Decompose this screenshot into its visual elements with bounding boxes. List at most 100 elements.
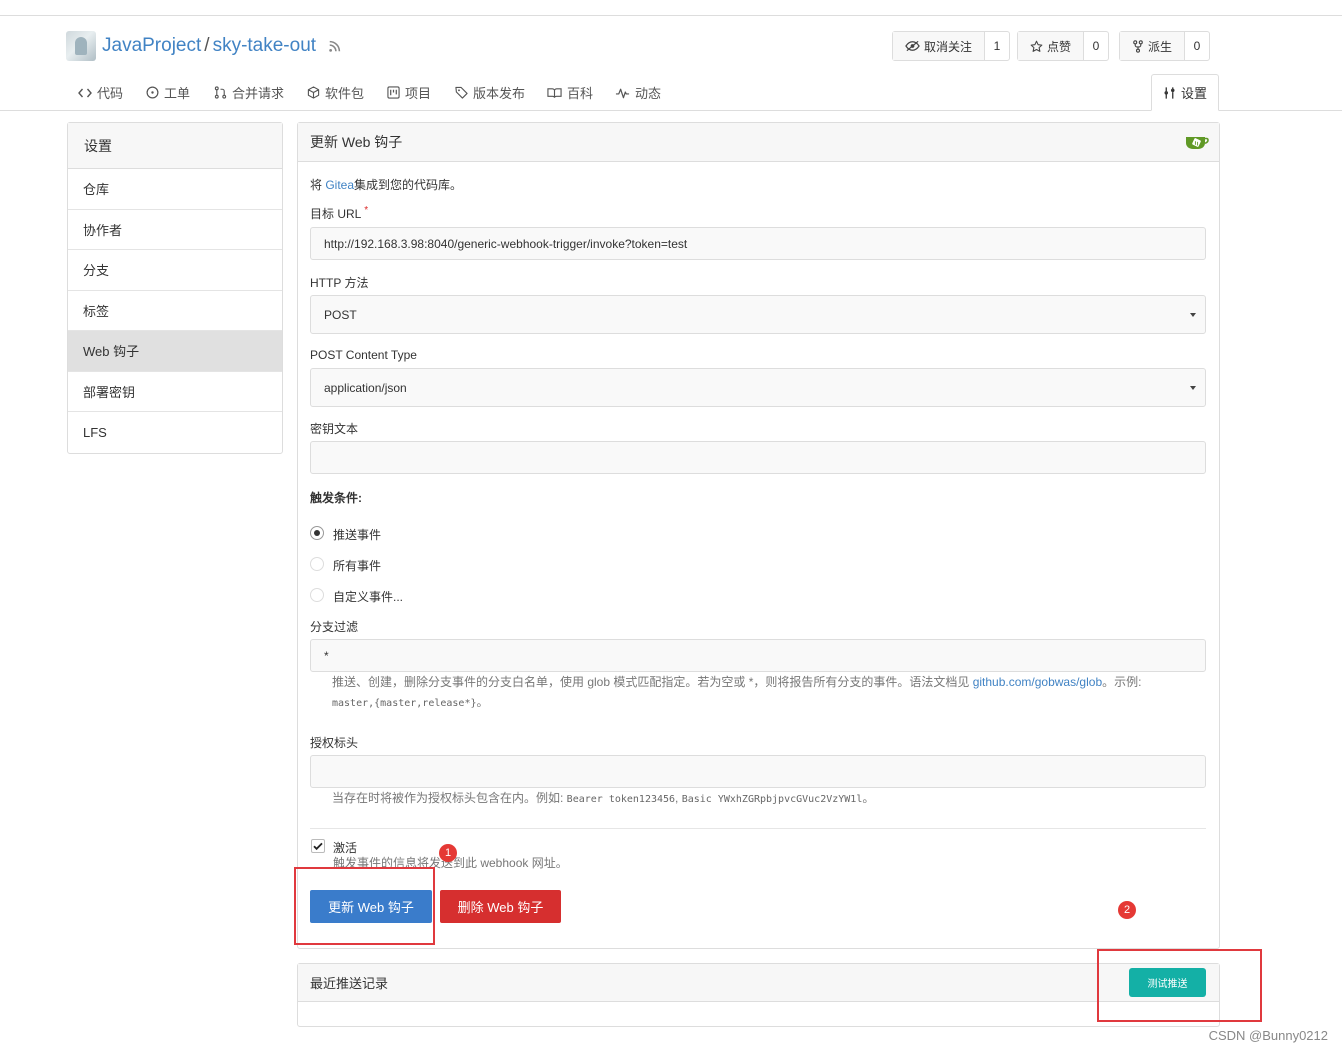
auth-header-input[interactable] [310,755,1206,788]
repo-name-link[interactable]: sky-take-out [213,35,316,57]
tab-wiki[interactable]: 百科 [547,74,593,111]
pulse-icon [615,87,630,99]
secret-label: 密钥文本 [310,422,359,436]
repo-tabs: 代码 工单 合并请求 软件包 项目 版本发布 百科 动态 设置 [0,74,1342,111]
target-url-label-text: 目标 URL [310,207,361,221]
trigger-label: 触发条件: [310,491,362,505]
unwatch-button[interactable]: 取消关注 [893,32,986,60]
tab-packages[interactable]: 软件包 [307,74,364,111]
branch-help-suffix: 。示例: [1102,675,1142,689]
rss-icon[interactable] [328,39,342,53]
annotation-box-update [294,867,435,945]
tag-icon [455,86,468,99]
content-type-value: application/json [324,380,407,395]
tab-settings[interactable]: 设置 [1151,74,1219,111]
tools-icon [1163,86,1176,100]
radio-all-events-label[interactable]: 所有事件 [333,557,381,574]
tab-code-label: 代码 [97,86,124,101]
intro-suffix: 集成到您的代码库。 [354,178,463,192]
watch-count[interactable]: 1 [985,32,1009,60]
tab-activity[interactable]: 动态 [615,74,661,111]
settings-sidebar: 设置 仓库 协作者 分支 标签 Web 钩子 部署密钥 LFS [67,122,283,454]
content-type-label: POST Content Type [310,348,417,362]
star-button-group: 点赞 0 [1017,31,1110,61]
sidebar-item-collaborators[interactable]: 协作者 [68,210,282,250]
tab-code[interactable]: 代码 [78,74,123,111]
http-method-value: POST [324,307,357,322]
gitea-teacup-icon [1185,134,1209,150]
unwatch-label: 取消关注 [924,39,973,54]
project-icon [387,86,400,99]
radio-all-events[interactable] [310,557,324,571]
form-divider [310,828,1206,829]
recent-deliveries-panel: 最近推送记录 测试推送 [297,963,1220,1027]
fork-label: 派生 [1148,39,1173,54]
annotation-marker-2: 2 [1118,901,1136,919]
content-type-select[interactable]: application/json [310,368,1206,407]
code-icon [78,87,92,99]
tab-projects[interactable]: 项目 [387,74,431,111]
sidebar-item-deploy-keys[interactable]: 部署密钥 [68,372,282,412]
branch-help-example: master,{master,release*} [332,698,477,709]
http-method-select[interactable]: POST [310,295,1206,334]
active-checkbox[interactable] [311,839,325,853]
star-count[interactable]: 0 [1084,32,1108,60]
target-url-input[interactable]: http://192.168.3.98:8040/generic-webhook… [310,227,1206,260]
auth-help-example-bearer: Bearer token123456 [566,794,676,805]
tab-pulls-label: 合并请求 [232,86,285,101]
issue-icon [146,86,159,99]
radio-push-events-label[interactable]: 推送事件 [333,526,381,543]
tab-releases[interactable]: 版本发布 [455,74,525,111]
sidebar-item-webhooks[interactable]: Web 钩子 [68,331,282,372]
repo-header: JavaProject / sky-take-out [66,30,342,62]
branch-help-text: 推送、创建，删除分支事件的分支白名单，使用 glob 模式匹配指定。若为空或 *… [332,675,973,689]
sidebar-item-tags[interactable]: 标签 [68,291,282,331]
annotation-marker-1: 1 [439,844,457,862]
star-button[interactable]: 点赞 [1018,32,1085,60]
auth-header-help: 当存在时将被作为授权标头包含在内。例如: Bearer token123456,… [332,788,874,810]
watermark-text: CSDN @Bunny0212 [1208,1028,1328,1043]
top-border [0,15,1342,16]
sidebar-item-lfs[interactable]: LFS [68,412,282,453]
delete-webhook-button[interactable]: 删除 Web 钩子 [440,890,561,923]
http-method-label: HTTP 方法 [310,276,369,290]
panel-title: 更新 Web 钩子 [298,123,1219,162]
fork-button[interactable]: 派生 [1120,32,1186,60]
caret-down-icon [1190,313,1196,317]
radio-custom-events-label[interactable]: 自定义事件... [333,588,403,605]
star-label: 点赞 [1047,39,1072,54]
recent-deliveries-title: 最近推送记录 [298,964,1219,1002]
sidebar-item-repository[interactable]: 仓库 [68,169,282,210]
book-icon [547,87,562,99]
webhook-form-panel: 更新 Web 钩子 将 Gitea集成到您的代码库。 目标 URL * http… [297,122,1220,949]
secret-input[interactable] [310,441,1206,474]
tab-pulls[interactable]: 合并请求 [214,74,284,111]
package-icon [307,86,320,99]
caret-down-icon [1190,386,1196,390]
eye-slash-icon [905,40,920,52]
repo-avatar[interactable] [66,31,96,61]
gitea-link[interactable]: Gitea [325,178,354,192]
radio-push-events[interactable] [310,526,324,540]
sidebar-title: 设置 [68,123,282,169]
sidebar-item-branches[interactable]: 分支 [68,250,282,291]
auth-help-end: 。 [862,791,875,805]
tab-projects-label: 项目 [405,86,432,101]
radio-custom-events[interactable] [310,588,324,602]
auth-help-example-basic: Basic YWxhZGRpbjpvcGVuc2VzYW1l [681,794,863,805]
fork-count[interactable]: 0 [1185,32,1209,60]
intro-text: 将 Gitea集成到您的代码库。 [310,176,462,193]
auth-help-text: 当存在时将被作为授权标头包含在内。例如: [332,791,567,805]
checkmark-icon [313,842,323,851]
repo-owner-link[interactable]: JavaProject [102,35,201,57]
pull-request-icon [214,86,227,99]
branch-filter-help: 推送、创建，删除分支事件的分支白名单，使用 glob 模式匹配指定。若为空或 *… [332,672,1202,714]
tab-issues-label: 工单 [164,86,191,101]
glob-docs-link[interactable]: github.com/gobwas/glob [973,675,1102,689]
tab-settings-label: 设置 [1180,86,1207,101]
required-asterisk: * [364,205,369,216]
tab-issues[interactable]: 工单 [146,74,190,111]
annotation-box-test [1097,949,1262,1022]
branch-filter-input[interactable]: * [310,639,1206,672]
fork-icon [1132,39,1144,53]
